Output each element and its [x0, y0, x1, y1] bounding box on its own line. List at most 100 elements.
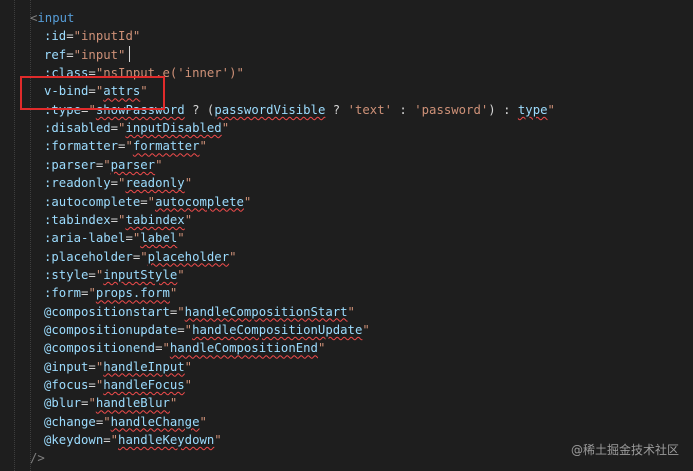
code-string: " — [125, 139, 133, 154]
code-identifier: inputDisabled — [125, 121, 222, 136]
code-attribute: @keydown — [44, 433, 104, 448]
code-line: /> — [30, 449, 45, 467]
code-string: " — [184, 359, 193, 374]
code-punctuation: : — [392, 102, 415, 117]
code-identifier: handleChange — [110, 414, 200, 429]
code-line: @keydown="handleKeydown" — [44, 431, 222, 449]
code-string: " — [317, 341, 326, 356]
code-string: " — [347, 304, 355, 319]
code-identifier: autocomplete — [155, 194, 244, 209]
watermark: @稀土掘金技术社区 — [570, 443, 679, 457]
code-string: 'text' — [347, 102, 393, 117]
code-attribute: :readonly — [44, 176, 111, 191]
code-string: " — [214, 433, 222, 448]
code-punctuation: = — [110, 121, 119, 136]
code-punctuation: = — [140, 194, 148, 209]
code-attribute: @focus — [44, 378, 89, 392]
code-punctuation: = — [88, 378, 96, 392]
code-string: " — [184, 378, 193, 392]
code-punctuation: = — [88, 359, 96, 374]
code-attribute: @input — [44, 359, 89, 374]
code-identifier: handleCompositionEnd — [169, 341, 318, 356]
code-punctuation: = — [66, 47, 74, 62]
code-identifier: formatter — [132, 139, 200, 154]
code-string: " — [169, 396, 178, 411]
code-string: " — [184, 176, 193, 191]
code-identifier: handleInput — [103, 359, 185, 374]
code-string: " — [147, 194, 156, 209]
code-string: " — [110, 433, 119, 448]
code-string: " — [199, 139, 207, 154]
code-line: <input — [30, 9, 74, 27]
code-identifier: passwordVisible — [214, 102, 326, 117]
code-string: " — [88, 396, 96, 411]
code-tag: input — [37, 11, 75, 25]
code-attribute: :form — [44, 286, 82, 301]
code-punctuation: ? ( — [184, 102, 215, 117]
code-punctuation: = — [110, 176, 119, 191]
code-attribute: :autocomplete — [44, 194, 141, 209]
text-cursor — [129, 46, 130, 62]
code-string: " — [103, 157, 111, 172]
code-line: :readonly="readonly" — [44, 174, 192, 192]
code-line: :style="inputStyle" — [44, 266, 185, 284]
code-attribute: :aria-label — [44, 231, 126, 246]
code-attribute: :disabled — [44, 121, 111, 136]
code-punctuation: = — [103, 433, 111, 448]
code-editor[interactable]: <input:id="inputId" ref="input":class="ns… — [0, 0, 693, 471]
indent-guide — [14, 0, 15, 471]
code-identifier: handleBlur — [95, 396, 170, 411]
code-punctuation: ) : — [488, 102, 518, 117]
code-punctuation: = — [88, 267, 96, 282]
code-string: " — [184, 322, 193, 337]
code-attribute: ref — [44, 47, 67, 62]
code-string: "input" — [73, 47, 126, 62]
code-string: " — [169, 286, 178, 301]
code-identifier: handleKeydown — [118, 433, 215, 448]
code-line: :disabled="inputDisabled" — [44, 119, 229, 137]
code-punctuation: = — [177, 322, 185, 337]
code-attribute: @change — [44, 414, 96, 429]
code-identifier: label — [140, 231, 178, 246]
code-punctuation: ? — [325, 102, 348, 117]
code-identifier: readonly — [125, 176, 185, 191]
highlight-box — [20, 76, 165, 110]
code-punctuation: = — [110, 212, 119, 227]
code-string: " — [184, 212, 193, 227]
code-identifier: props.form — [95, 286, 170, 301]
code-line: :placeholder="placeholder" — [44, 248, 237, 266]
code-string: " — [88, 286, 96, 301]
code-identifier: placeholder — [147, 249, 230, 264]
code-string: 'password' — [414, 102, 489, 117]
code-line: :tabindex="tabindex" — [44, 211, 192, 229]
code-punctuation: = — [66, 29, 74, 44]
code-string: " — [229, 249, 237, 264]
code-identifier: handleFocus — [103, 378, 185, 392]
code-identifier: tabindex — [125, 212, 185, 227]
code-string: " — [362, 322, 370, 337]
code-identifier: handleCompositionUpdate — [192, 322, 363, 337]
code-string: " — [177, 304, 185, 319]
code-attribute: :style — [44, 267, 89, 282]
code-attribute: :parser — [44, 157, 96, 172]
code-line: ref="input" — [44, 46, 125, 64]
code-line: @blur="handleBlur" — [44, 394, 177, 412]
code-string: " — [243, 194, 252, 209]
code-line: @compositionstart="handleCompositionStar… — [44, 303, 355, 321]
code-string: "inputId" — [73, 29, 141, 44]
code-line: :autocomplete="autocomplete" — [44, 193, 251, 211]
code-attribute: :placeholder — [44, 249, 133, 264]
code-line: :id="inputId" — [44, 27, 140, 45]
code-string: " — [221, 121, 230, 136]
code-string: " — [547, 102, 555, 117]
indent-guide — [30, 0, 31, 471]
code-line: :parser="parser" — [44, 156, 162, 174]
code-identifier: inputStyle — [103, 267, 178, 282]
code-line: @input="handleInput" — [44, 358, 192, 376]
code-line: @compositionend="handleCompositionEnd" — [44, 339, 325, 357]
code-string: " — [162, 341, 170, 356]
code-line: @compositionupdate="handleCompositionUpd… — [44, 321, 370, 339]
code-string: " — [140, 249, 148, 264]
code-attribute: :tabindex — [44, 212, 111, 227]
code-punctuation: = — [125, 231, 133, 246]
